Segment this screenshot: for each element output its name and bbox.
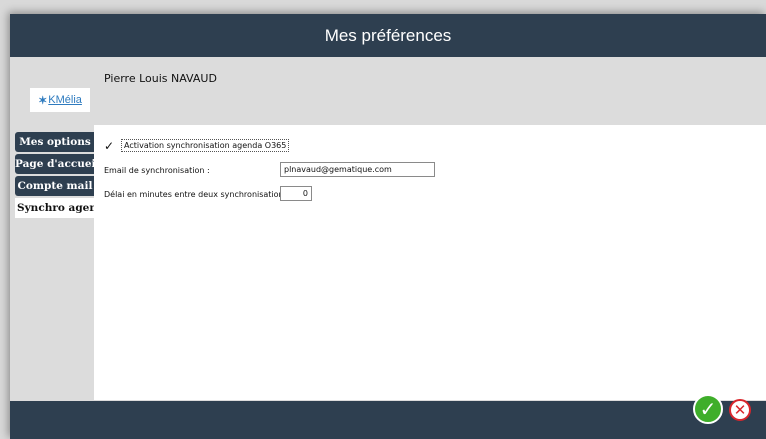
- kmelia-logo: ✶ KMélia: [30, 88, 90, 112]
- logo-text: KMélia: [48, 94, 82, 106]
- tab-mes-options[interactable]: Mes options: [15, 132, 95, 152]
- preferences-tabs: Mes options Page d'accueil Compte mail S…: [15, 132, 98, 220]
- tab-synchro-agenda[interactable]: Synchro agenda: [15, 198, 98, 218]
- delay-field[interactable]: 0: [280, 186, 312, 201]
- sync-checkbox-row: ✓ Activation synchronisation agenda O365: [104, 139, 290, 152]
- sync-checkbox[interactable]: ✓: [104, 140, 116, 152]
- delay-label: Délai en minutes entre deux synchronisat…: [104, 190, 289, 199]
- footer-bar: [10, 401, 766, 439]
- close-circle-icon[interactable]: ✕: [729, 399, 751, 421]
- synchro-agenda-panel: ✓ Activation synchronisation agenda O365…: [94, 125, 766, 400]
- preferences-window: Mes préférences ✶ KMélia Pierre Louis NAV…: [10, 14, 766, 439]
- tab-compte-mail[interactable]: Compte mail: [15, 176, 95, 196]
- user-header: ✶ KMélia Pierre Louis NAVAUD: [10, 57, 766, 131]
- checkmark-circle-icon[interactable]: ✓: [693, 394, 723, 424]
- window-title: Mes préférences: [10, 14, 766, 57]
- email-field[interactable]: plnavaud@gematique.com: [280, 162, 435, 177]
- email-label: Email de synchronisation :: [104, 166, 210, 175]
- kmelia-logo-icon: ✶: [38, 94, 48, 107]
- sync-checkbox-label[interactable]: Activation synchronisation agenda O365: [121, 139, 290, 152]
- tab-page-accueil[interactable]: Page d'accueil: [15, 154, 95, 174]
- user-name: Pierre Louis NAVAUD: [104, 72, 217, 85]
